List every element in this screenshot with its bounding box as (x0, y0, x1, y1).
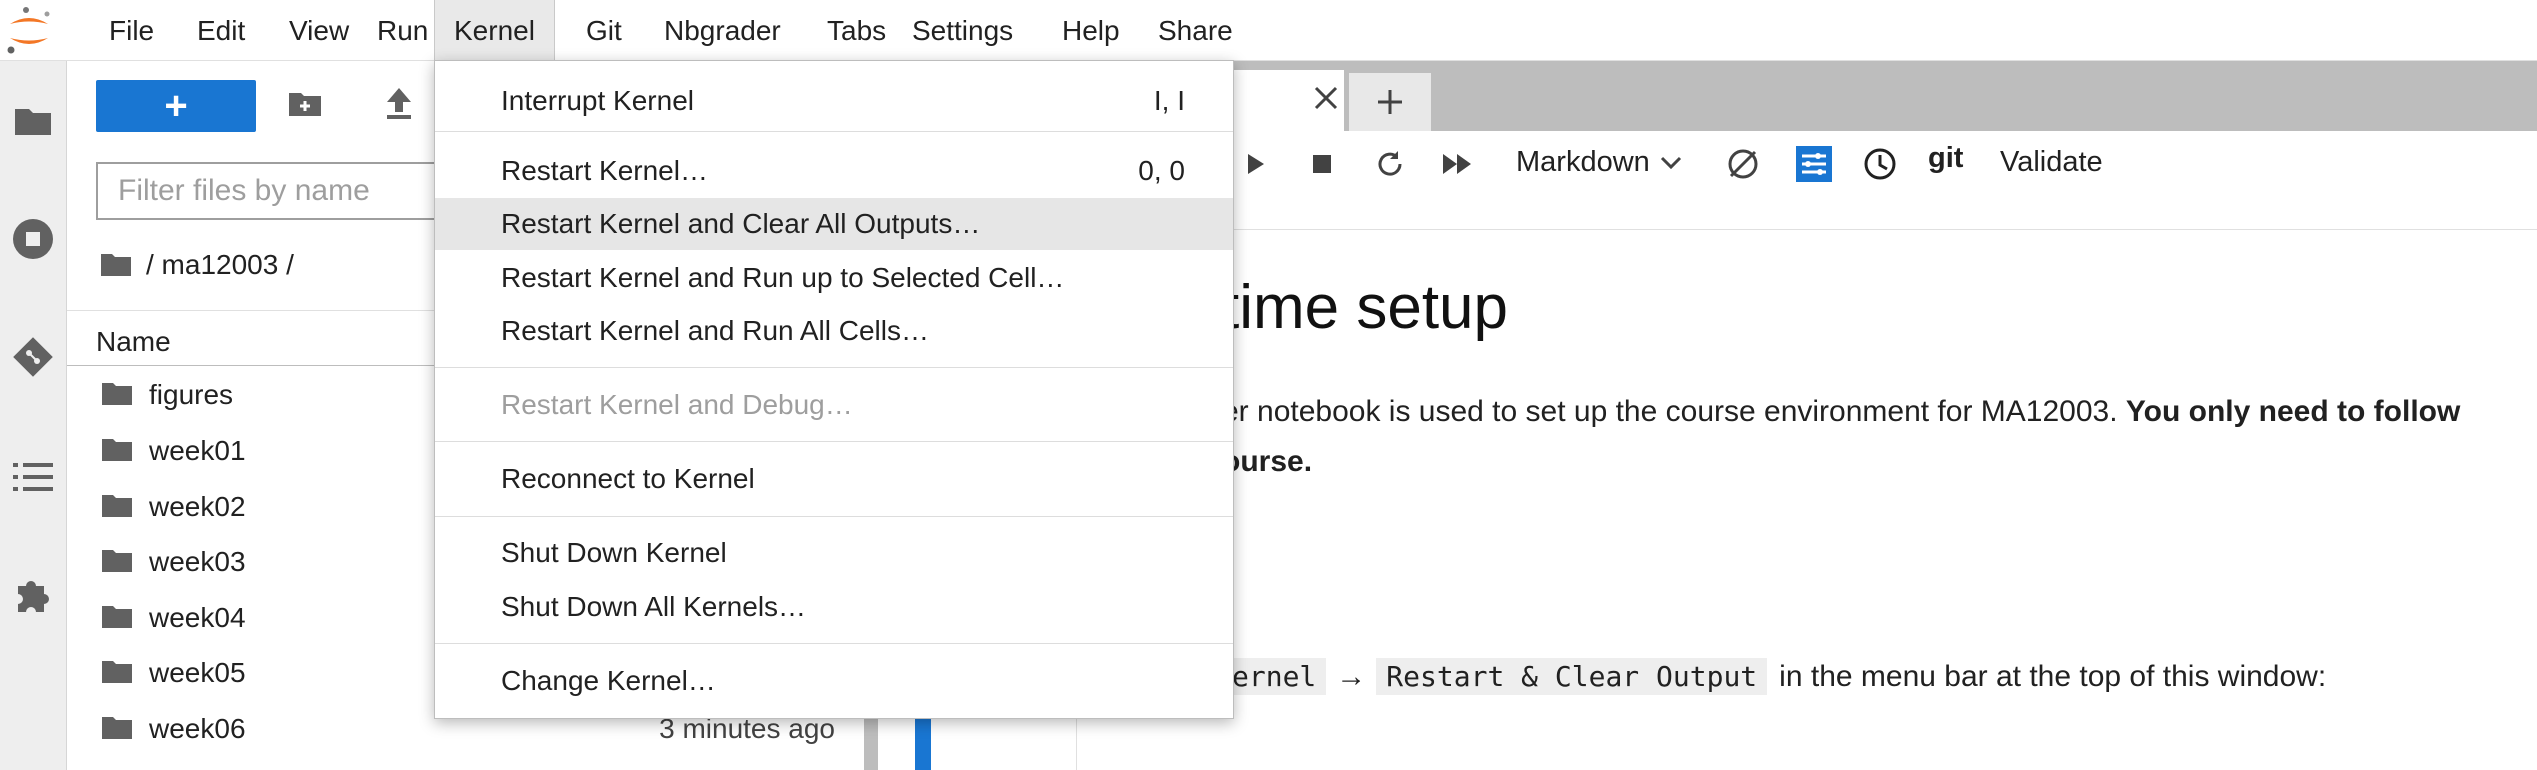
breadcrumb-path[interactable]: / ma12003 / (146, 249, 294, 281)
file-name: week02 (149, 491, 246, 522)
menu-item-label: Reconnect to Kernel (501, 463, 755, 494)
menu-view[interactable]: View (270, 0, 368, 60)
file-name: week03 (149, 546, 246, 577)
filter-placeholder: Filter files by name (118, 174, 370, 207)
extensions-puzzle-icon[interactable] (0, 562, 66, 628)
folder-icon (101, 715, 133, 746)
menu-item-reconnect-kernel[interactable]: Reconnect to Kernel (435, 453, 1233, 505)
menu-item-label: Shut Down All Kernels… (501, 591, 807, 622)
arrow-glyph: → (1336, 659, 1367, 693)
menu-item-restart-debug: Restart Kernel and Debug… (435, 379, 1233, 431)
menu-item-shortcut: 0, 0 (1138, 155, 1185, 186)
file-name: figures (149, 379, 234, 410)
folder-icon (101, 437, 133, 468)
menu-separator (435, 367, 1233, 368)
cell-type-select[interactable]: Markdown (1516, 146, 1682, 179)
code-kernel: ernel (1222, 658, 1327, 695)
menu-kernel[interactable]: Kernel (434, 0, 555, 60)
menu-share[interactable]: Share (1139, 0, 1252, 60)
restart-kernel-icon[interactable] (1370, 144, 1410, 184)
history-clock-icon[interactable] (1860, 144, 1900, 184)
kernel-status-icon[interactable] (1722, 144, 1764, 184)
property-inspector-icon[interactable] (1794, 144, 1834, 184)
menu-item-label: Restart Kernel and Run All Cells… (501, 315, 929, 346)
menu-item-interrupt-kernel[interactable]: Interrupt Kernel I, I (435, 75, 1233, 127)
menu-item-label: Shut Down Kernel (501, 537, 727, 568)
paragraph-line-2: ourse. (1222, 445, 1313, 478)
activity-bar (0, 61, 67, 770)
menu-settings[interactable]: Settings (893, 0, 1032, 60)
file-name: week06 (149, 713, 246, 744)
upload-icon[interactable] (384, 86, 414, 125)
menu-separator (435, 441, 1233, 442)
menu-separator (435, 131, 1233, 132)
name-column-header[interactable]: Name (96, 326, 171, 358)
stop-kernel-icon[interactable] (1305, 144, 1339, 184)
cell-type-value: Markdown (1516, 146, 1650, 178)
menu-item-label: Restart Kernel and Clear All Outputs… (501, 208, 981, 239)
notebook-heading: time setup (1222, 273, 1509, 342)
validate-button[interactable]: Validate (2000, 146, 2103, 179)
plus-icon (1378, 90, 1402, 114)
folder-icon (101, 548, 133, 579)
breadcrumb[interactable]: / ma12003 / (100, 249, 294, 281)
menu-item-restart-run-all[interactable]: Restart Kernel and Run All Cells… (435, 305, 1233, 357)
new-launcher-button[interactable]: + (96, 80, 256, 132)
file-browser-folder-icon[interactable] (0, 88, 66, 154)
menu-item-label: Interrupt Kernel (501, 85, 694, 116)
file-name: week05 (149, 657, 246, 688)
menu-git[interactable]: Git (567, 0, 641, 60)
kernel-menu: Interrupt Kernel I, I Restart Kernel… 0,… (434, 60, 1234, 719)
menu-separator (435, 516, 1233, 517)
folder-icon (101, 381, 133, 412)
notebook-paragraph: er notebook is used to set up the course… (1222, 395, 2460, 429)
folder-icon (101, 659, 133, 690)
paragraph-text: er notebook is used to set up the course… (1222, 395, 2118, 428)
menu-item-shut-down-all[interactable]: Shut Down All Kernels… (435, 581, 1233, 633)
folder-icon (101, 604, 133, 635)
new-folder-icon[interactable] (288, 90, 322, 123)
git-icon[interactable] (0, 324, 66, 390)
menu-item-label: Restart Kernel and Run up to Selected Ce… (501, 262, 1065, 293)
table-of-contents-icon[interactable] (0, 444, 66, 510)
close-tab-icon[interactable] (1312, 84, 1340, 117)
menu-file[interactable]: File (90, 0, 173, 60)
menu-tabs[interactable]: Tabs (808, 0, 905, 60)
menu-separator (435, 643, 1233, 644)
menu-item-restart-kernel[interactable]: Restart Kernel… 0, 0 (435, 145, 1233, 197)
file-name: week01 (149, 435, 246, 466)
menu-item-shortcut: I, I (1153, 85, 1185, 116)
menu-item-shut-down-kernel[interactable]: Shut Down Kernel (435, 527, 1233, 579)
git-toolbar-button[interactable]: git (1928, 142, 1963, 175)
menu-help[interactable]: Help (1043, 0, 1139, 60)
folder-icon (101, 493, 133, 524)
instruction-tail: in the menu bar at the top of this windo… (1779, 659, 2327, 693)
menu-nbgrader[interactable]: Nbgrader (645, 0, 800, 60)
code-restart-clear: Restart & Clear Output (1376, 658, 1768, 695)
menu-item-restart-clear-outputs[interactable]: Restart Kernel and Clear All Outputs… (435, 198, 1233, 250)
jupyter-logo-icon[interactable] (2, 4, 56, 56)
paragraph-bold: You only need to follow (2125, 395, 2461, 428)
new-launcher-label: + (164, 84, 188, 128)
restart-run-all-icon[interactable] (1436, 144, 1480, 184)
file-name: week04 (149, 602, 246, 633)
menu-item-change-kernel[interactable]: Change Kernel… (435, 655, 1233, 707)
menu-item-restart-run-to-selected[interactable]: Restart Kernel and Run up to Selected Ce… (435, 252, 1233, 304)
chevron-down-icon (1660, 156, 1681, 169)
menu-edit[interactable]: Edit (178, 0, 264, 60)
menu-item-label: Restart Kernel… (501, 155, 708, 186)
add-tab-button[interactable] (1349, 73, 1431, 131)
run-cell-icon[interactable] (1238, 144, 1272, 184)
running-kernels-icon[interactable] (0, 206, 66, 272)
menu-item-label: Restart Kernel and Debug… (501, 389, 853, 420)
breadcrumb-folder-icon[interactable] (100, 252, 132, 278)
instruction-line: ernel → Restart & Clear Output in the me… (1222, 658, 2326, 695)
menu-item-label: Change Kernel… (501, 665, 716, 696)
